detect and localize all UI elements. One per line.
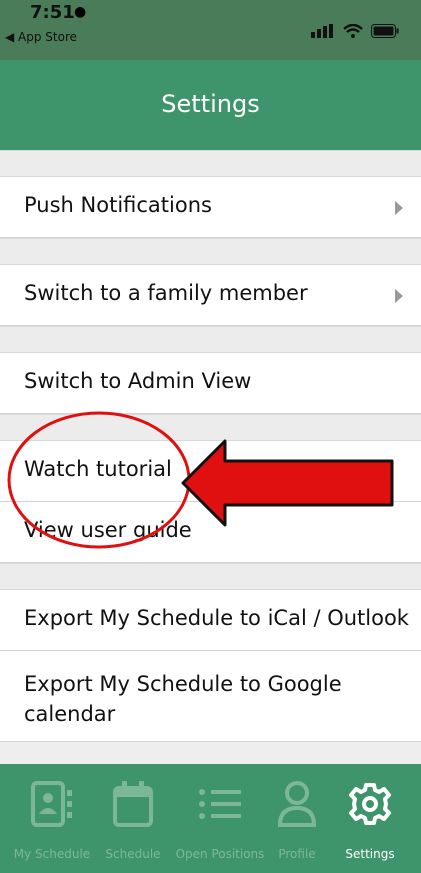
tab-label: Settings [345,847,395,861]
row-label: Export My Schedule to Google calendar [24,672,342,726]
row-label: Switch to Admin View [24,369,252,393]
list-icon [199,789,241,819]
push-notifications-row[interactable]: Push Notifications [0,177,421,238]
tab-bar: My Schedule Schedule Open Positions Prof… [0,764,421,873]
section-spacer [0,414,421,441]
status-bar: 7:51 ● ◀ App Store [0,0,421,60]
settings-list: Push Notifications Switch to a family me… [0,150,421,742]
status-icons [311,24,399,38]
section-spacer [0,326,421,353]
back-to-app-store-link[interactable]: ◀ App Store [5,30,77,44]
switch-admin-view-row[interactable]: Switch to Admin View [0,353,421,414]
tab-label: Schedule [105,847,161,861]
tab-profile[interactable]: Profile [272,764,322,873]
wifi-icon [343,24,363,38]
watch-tutorial-row[interactable]: Watch tutorial [0,441,421,502]
person-icon: ● [74,4,87,20]
row-label: Switch to a family member [24,281,308,305]
page-title: Settings [161,90,260,118]
tab-open-positions[interactable]: Open Positions [168,764,272,873]
gear-icon [349,783,391,825]
signal-icon [311,24,333,38]
tab-settings[interactable]: Settings [330,764,410,873]
section-spacer [0,150,421,177]
row-label: Push Notifications [24,193,212,217]
view-user-guide-row[interactable]: View user guide [0,502,421,563]
tab-my-schedule[interactable]: My Schedule [4,764,100,873]
chevron-right-icon [395,289,403,303]
nav-bar: Settings [0,60,421,150]
clock: 7:51 [30,2,75,23]
export-ical-row[interactable]: Export My Schedule to iCal / Outlook [0,590,421,651]
person-icon [277,781,317,827]
section-spacer [0,563,421,590]
switch-family-member-row[interactable]: Switch to a family member [0,265,421,326]
calendar-icon [113,781,153,827]
tab-label: Profile [278,847,316,861]
contact-book-icon [31,781,72,827]
chevron-right-icon [395,201,403,215]
tab-label: My Schedule [13,847,91,861]
export-google-calendar-row[interactable]: Export My Schedule to Google calendar [0,651,421,742]
section-spacer [0,238,421,265]
tab-schedule[interactable]: Schedule [100,764,166,873]
row-label: Export My Schedule to iCal / Outlook [24,606,409,630]
row-label: Watch tutorial [24,457,172,481]
row-label: View user guide [24,518,192,542]
tab-label: Open Positions [175,847,265,861]
battery-icon [371,24,399,38]
